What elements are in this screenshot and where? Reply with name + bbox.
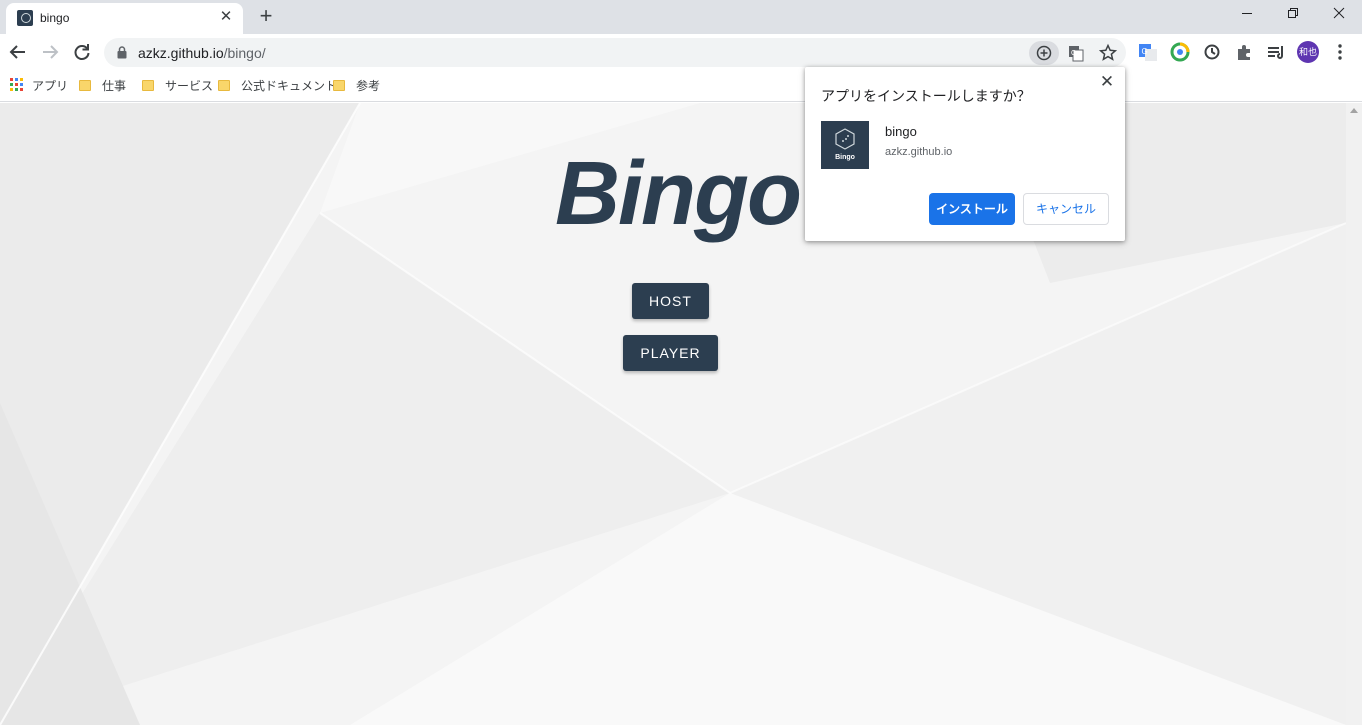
install-button[interactable]: インストール (929, 193, 1015, 225)
install-app-icon[interactable] (1029, 41, 1059, 65)
install-app-dialog: アプリをインストールしますか？ ✕ Bingo bingo azkz.githu… (805, 67, 1125, 241)
url-text[interactable]: azkz.github.io/bingo/ (138, 45, 266, 61)
svg-text:G: G (1142, 47, 1148, 56)
app-origin: azkz.github.io (885, 146, 953, 158)
tab-strip: bingo ✕ + (0, 0, 1362, 34)
translate-icon[interactable]: G (1064, 41, 1088, 65)
tab-title: bingo (40, 11, 70, 25)
bookmark-apps[interactable]: アプリ (10, 78, 68, 94)
bookmark-folder-reference[interactable]: 参考 (333, 78, 380, 94)
reload-icon[interactable] (70, 40, 94, 64)
cancel-button[interactable]: キャンセル (1023, 193, 1109, 225)
speed-ext-icon[interactable] (1169, 41, 1191, 63)
avatar[interactable]: 和也 (1297, 41, 1319, 63)
page-title: Bingo (555, 144, 802, 244)
bookmarks-bar: アプリ 仕事 サービス 公式ドキュメント 参考 (0, 70, 1362, 102)
lock-icon[interactable] (117, 46, 127, 64)
close-icon[interactable]: ✕ (1099, 73, 1115, 90)
new-tab-icon[interactable]: + (256, 5, 276, 27)
google-translate-ext-icon[interactable]: G (1137, 41, 1159, 63)
host-button[interactable]: HOST (632, 283, 709, 319)
reading-list-icon[interactable] (1265, 41, 1287, 63)
folder-icon (142, 80, 154, 91)
app-icon: Bingo (821, 121, 869, 169)
dialog-title: アプリをインストールしますか？ (821, 88, 1031, 104)
sync-ext-icon[interactable] (1201, 41, 1223, 63)
browser-toolbar: azkz.github.io/bingo/ G G 和也 (0, 34, 1362, 70)
address-bar[interactable]: azkz.github.io/bingo/ G (104, 38, 1126, 67)
restore-icon[interactable] (1270, 4, 1316, 26)
page-content: Bingo HOST PLAYER (0, 103, 1346, 725)
bookmark-folder-services[interactable]: サービス (142, 78, 213, 94)
scrollbar[interactable] (1346, 103, 1362, 725)
close-window-icon[interactable] (1316, 4, 1362, 26)
apps-grid-icon (10, 78, 23, 91)
app-name: bingo (885, 124, 917, 139)
forward-icon[interactable] (38, 40, 62, 64)
app-icon-label: Bingo (835, 154, 855, 161)
folder-icon (79, 80, 91, 91)
back-icon[interactable] (6, 40, 30, 64)
star-icon[interactable] (1096, 41, 1120, 65)
bookmark-folder-work[interactable]: 仕事 (79, 78, 126, 94)
svg-text:G: G (1071, 50, 1076, 57)
bookmark-folder-docs[interactable]: 公式ドキュメント (218, 78, 337, 94)
extensions-icon[interactable] (1233, 41, 1255, 63)
menu-icon[interactable] (1329, 41, 1351, 63)
bingo-favicon (17, 10, 33, 26)
folder-icon (218, 80, 230, 91)
minimize-icon[interactable] (1224, 4, 1270, 26)
folder-icon (333, 80, 345, 91)
browser-tab[interactable]: bingo ✕ (6, 3, 243, 34)
player-button[interactable]: PLAYER (623, 335, 718, 371)
tab-close-icon[interactable]: ✕ (218, 9, 234, 25)
scroll-up-icon[interactable] (1350, 108, 1358, 113)
